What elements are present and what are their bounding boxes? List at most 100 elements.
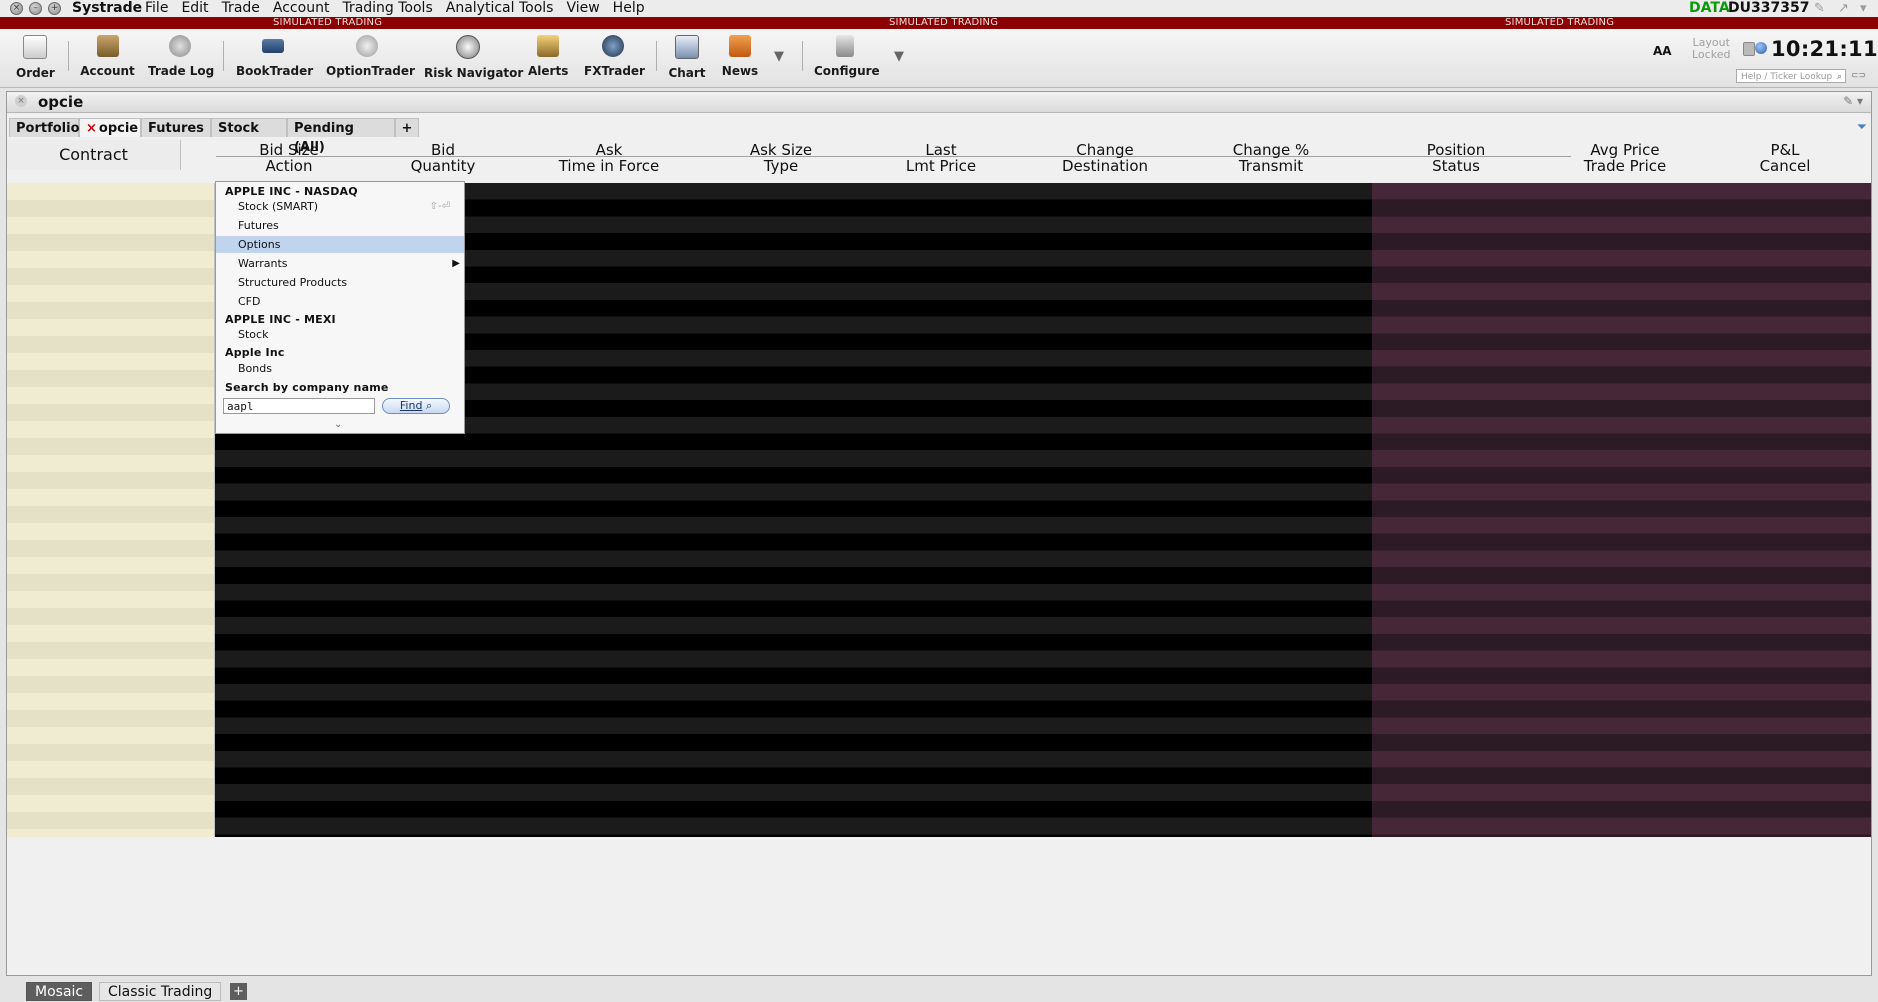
account-id: DU337357	[1728, 0, 1810, 16]
fxtrader-label: FXTrader	[584, 64, 645, 78]
tab-opcie[interactable]: × opcie	[79, 118, 141, 137]
dropdown-item-bonds[interactable]: Bonds	[216, 360, 464, 377]
tab-portfolio[interactable]: Portfolio	[9, 118, 80, 137]
expand-more-icon[interactable]: ⌄	[334, 419, 342, 430]
ticker-lookup-placeholder: Help / Ticker Lookup	[1741, 72, 1833, 82]
dropdown-item-stock-mexi[interactable]: Stock	[216, 326, 464, 343]
data-status-label: DATA	[1689, 0, 1730, 16]
dropdown-item-warrants[interactable]: Warrants ▶	[216, 255, 464, 272]
column-header-change-pct[interactable]: Change %	[1171, 142, 1371, 158]
news-button[interactable]: News	[720, 35, 760, 85]
menu-edit[interactable]: Edit	[181, 0, 208, 17]
risk-navigator-label: Risk Navigator	[424, 66, 524, 80]
dropdown-item-cfd[interactable]: CFD	[216, 293, 464, 310]
submenu-arrow-icon: ▶	[452, 258, 460, 269]
trade-log-label: Trade Log	[148, 64, 215, 78]
contract-column[interactable]	[7, 183, 215, 837]
find-button[interactable]: Find ⌕	[382, 398, 450, 414]
main-menu: File Edit Trade Account Trading Tools An…	[145, 0, 658, 17]
chart-label: Chart	[668, 66, 706, 80]
company-search-input[interactable]: aapl	[223, 398, 375, 414]
clock: 10:21:11	[1771, 37, 1878, 61]
news-label: News	[721, 64, 759, 78]
locked-label: Locked	[1692, 48, 1731, 61]
dropdown-item-futures[interactable]: Futures	[216, 217, 464, 234]
order-button[interactable]: Order	[16, 35, 55, 85]
fxtrader-button[interactable]: FXTrader	[584, 35, 645, 85]
dropdown-item-stock-smart[interactable]: Stock (SMART) ⇧-⏎	[216, 198, 464, 215]
layout-locked-toggle[interactable]: Layout Locked	[1692, 37, 1730, 61]
optiontrader-button[interactable]: OptionTrader	[326, 35, 415, 85]
simulated-trading-label: SIMULATED TRADING	[889, 17, 999, 28]
column-header-transmit[interactable]: Transmit	[1171, 158, 1371, 174]
close-window-icon[interactable]: ×	[10, 2, 23, 15]
account-icon	[96, 35, 119, 57]
search-by-company-label: Search by company name	[225, 381, 389, 394]
position-grid[interactable]	[1372, 183, 1871, 837]
pin-icon[interactable]: ✎	[1814, 1, 1825, 16]
dropdown-item-label: Warrants	[238, 257, 288, 270]
simulated-trading-label: SIMULATED TRADING	[1505, 17, 1615, 28]
tab-stock[interactable]: Stock	[211, 118, 287, 137]
more-tools-dropdown-icon[interactable]: ▼	[774, 49, 784, 64]
menu-account[interactable]: Account	[273, 0, 330, 17]
dropdown-item-options[interactable]: Options	[216, 236, 464, 253]
app-title: Systrade	[72, 0, 143, 16]
column-header-ask[interactable]: Ask	[509, 142, 709, 158]
risk-navigator-button[interactable]: Risk Navigator	[424, 35, 524, 85]
alerts-button[interactable]: Alerts	[528, 35, 568, 85]
menu-analytical-tools[interactable]: Analytical Tools	[446, 0, 554, 17]
column-header-cancel[interactable]: Cancel	[1685, 158, 1878, 174]
minimize-window-icon[interactable]: –	[29, 2, 42, 15]
fxtrader-icon	[602, 35, 624, 57]
column-header-time-in-force[interactable]: Time in Force	[509, 158, 709, 174]
booktrader-icon	[262, 39, 284, 53]
dropdown-item-structured-products[interactable]: Structured Products	[216, 274, 464, 291]
column-header-pnl[interactable]: P&L	[1685, 142, 1878, 158]
menu-trade[interactable]: Trade	[222, 0, 260, 17]
tab-classic-trading[interactable]: Classic Trading	[99, 982, 222, 1001]
tab-pending-all[interactable]: Pending (All)	[287, 118, 395, 155]
font-size-toggle[interactable]: AA	[1653, 44, 1672, 58]
window-close-icon[interactable]: ×	[15, 95, 27, 107]
tab-futures[interactable]: Futures	[141, 118, 211, 137]
ticker-lookup-input[interactable]: Help / Ticker Lookup ⌕	[1736, 69, 1846, 83]
chart-icon	[675, 35, 699, 59]
search-icon[interactable]: ⌕	[1837, 70, 1842, 84]
booktrader-label: BookTrader	[236, 64, 314, 78]
tab-opcie-label: opcie	[98, 121, 139, 136]
menu-bar: × – + Systrade File Edit Trade Account T…	[0, 0, 1878, 17]
configure-dropdown-icon[interactable]: ▼	[894, 49, 904, 64]
contract-column-header[interactable]: Contract	[7, 140, 181, 170]
window-settings-icon[interactable]: ✎ ▾	[1843, 94, 1863, 108]
booktrader-button[interactable]: BookTrader	[236, 35, 314, 85]
configure-button[interactable]: Configure	[814, 35, 880, 85]
menu-file[interactable]: File	[145, 0, 168, 17]
menu-view[interactable]: View	[566, 0, 599, 17]
maximize-window-icon[interactable]: +	[48, 2, 61, 15]
news-icon	[729, 35, 751, 57]
close-tab-icon[interactable]: ×	[86, 121, 97, 136]
chevron-down-icon[interactable]: ▾	[1860, 1, 1867, 16]
add-tab-button[interactable]: +	[395, 118, 419, 137]
globe-icon[interactable]	[1755, 42, 1767, 54]
dropdown-group-title: APPLE INC - MEXI	[225, 313, 336, 326]
find-label: Find	[399, 399, 423, 412]
add-workspace-button[interactable]: +	[230, 983, 247, 1000]
chart-button[interactable]: Chart	[668, 35, 706, 85]
configure-icon	[836, 35, 854, 57]
account-button[interactable]: Account	[80, 35, 135, 85]
toolbar-divider	[223, 41, 224, 71]
tab-mosaic[interactable]: Mosaic	[26, 982, 93, 1001]
filter-icon[interactable]: ⏷	[1857, 120, 1867, 135]
detach-icon[interactable]: ↗	[1838, 1, 1849, 16]
lock-icon[interactable]	[1743, 42, 1755, 56]
window-title: opcie	[38, 93, 84, 111]
tab-bar: Portfolio × opcie Futures Stock Pending (…	[7, 118, 1871, 155]
link-icon[interactable]: ⊂⊃	[1851, 71, 1866, 81]
menu-help[interactable]: Help	[613, 0, 645, 17]
alerts-label: Alerts	[528, 64, 569, 78]
toolbar-divider	[68, 41, 69, 71]
menu-trading-tools[interactable]: Trading Tools	[342, 0, 432, 17]
trade-log-button[interactable]: Trade Log	[148, 35, 215, 85]
